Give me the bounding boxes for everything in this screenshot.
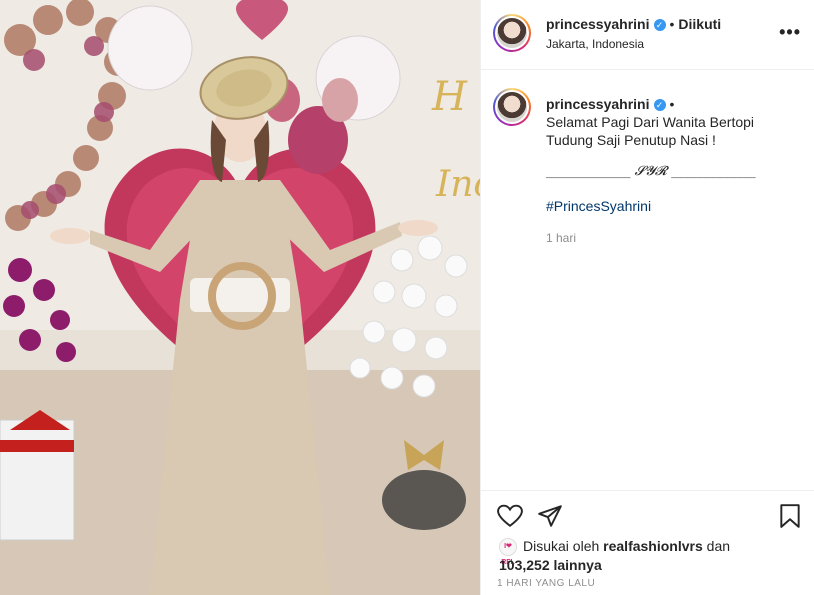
header-title: princessyahrini ✓ • Diikuti [546, 16, 721, 32]
caption-avatar[interactable] [493, 88, 531, 126]
separator-dot: • [669, 96, 675, 112]
post-photo[interactable]: H Inc [0, 0, 480, 595]
likes-summary: I❤RFL Disukai oleh realfashionlvrs dan 10… [499, 537, 799, 574]
post-timestamp[interactable]: 1 HARI YANG LALU [497, 578, 595, 589]
verified-badge-icon: ✓ [653, 99, 666, 112]
author-avatar[interactable] [493, 14, 531, 52]
post-sidebar: princessyahrini ✓ • Diikuti Jakarta, Indone… [480, 0, 814, 595]
caption-signature: _____________ 𝓢𝓨𝓡 _____________ [546, 164, 756, 179]
actions-section: I❤RFL Disukai oleh realfashionlvrs dan 10… [481, 490, 814, 595]
liked-by-prefix: Disukai oleh [523, 538, 600, 554]
share-icon[interactable] [537, 503, 563, 529]
location-link[interactable]: Jakarta, Indonesia [546, 37, 644, 51]
verified-badge-icon: ✓ [653, 19, 666, 32]
caption-body: princessyahrini ✓ • Selamat Pagi Dari Wani… [546, 95, 801, 247]
liked-by-user-link[interactable]: realfashionlvrs [603, 538, 703, 554]
separator-dot: • [669, 16, 675, 32]
caption-time: 1 hari [546, 231, 577, 245]
follow-status-button[interactable]: Diikuti [678, 16, 721, 32]
hashtag-link[interactable]: #PrincesSyahrini [546, 197, 801, 215]
svg-text:Inc: Inc [435, 164, 480, 205]
likes-count-link[interactable]: 103,252 lainnya [499, 557, 602, 573]
photo-illustration: H Inc [0, 0, 480, 595]
caption-username[interactable]: princessyahrini [546, 96, 650, 112]
heart-icon[interactable] [497, 503, 523, 529]
caption-line-2: Tudung Saji Penutup Nasi ! [546, 132, 716, 148]
liked-by-and: dan [706, 538, 731, 554]
svg-text:H: H [431, 74, 468, 120]
more-horizontal-icon[interactable]: ••• [779, 22, 801, 43]
bookmark-icon[interactable] [777, 503, 803, 529]
instagram-post: H Inc [0, 0, 814, 595]
liker-avatar[interactable]: I❤RFL [499, 538, 517, 566]
caption-line-1: Selamat Pagi Dari Wanita Bertopi [546, 114, 755, 130]
author-username[interactable]: princessyahrini [546, 16, 650, 32]
post-header: princessyahrini ✓ • Diikuti Jakarta, Indone… [481, 0, 814, 70]
